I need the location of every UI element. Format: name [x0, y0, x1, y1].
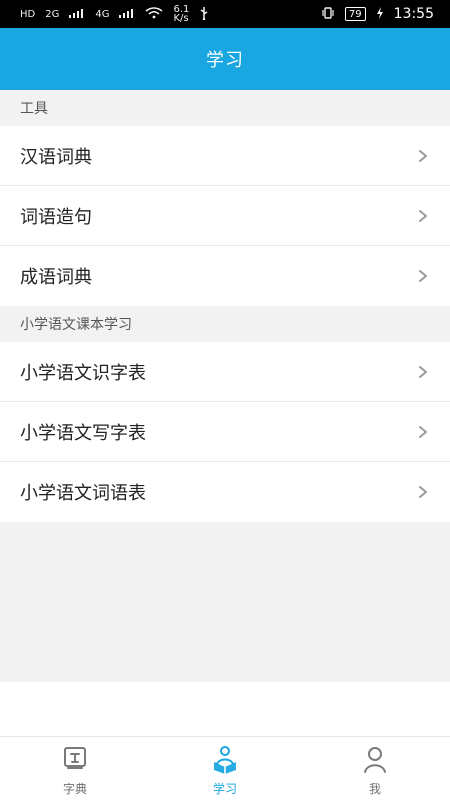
section-header-tools: 工具 [20, 101, 48, 117]
section-list-textbook: 小学语文识字表 小学语文写字表 小学语文词语表 [0, 342, 450, 522]
section-header-textbook: 小学语文课本学习 [20, 317, 132, 333]
chevron-right-icon [414, 267, 432, 285]
list-item-word-sentence[interactable]: 词语造句 [0, 186, 450, 246]
network-speed: 6.1 K/s [173, 4, 190, 24]
chevron-right-icon [414, 147, 432, 165]
chevron-right-icon [414, 363, 432, 381]
dictionary-icon [58, 742, 92, 776]
nav-label: 字典 [62, 781, 87, 796]
nav-label: 我 [368, 781, 381, 796]
battery-level: 79 [348, 8, 362, 20]
nav-item-me[interactable]: 我 [300, 737, 450, 801]
list-item-label: 小学语文写字表 [20, 422, 146, 444]
nav-item-dictionary[interactable]: 字典 [0, 737, 150, 801]
list-item-recognize-characters[interactable]: 小学语文识字表 [0, 342, 450, 402]
study-content: 工具 汉语词典 词语造句 成语词典 小学语文课本学习 小学语文识字表 小学语文写… [0, 90, 450, 682]
usb-icon [199, 6, 209, 23]
signal-icon [69, 7, 85, 21]
chevron-right-icon [414, 207, 432, 225]
vibrate-icon [321, 6, 335, 22]
status-4g: 4G [95, 8, 110, 20]
charging-icon [376, 6, 384, 22]
app-bar: 学习 [0, 28, 450, 90]
study-icon [208, 742, 242, 776]
list-item-label: 小学语文识字表 [20, 362, 146, 384]
content-bottom-space [0, 682, 450, 736]
status-time: 13:55 [393, 6, 434, 22]
list-item-label: 词语造句 [20, 206, 92, 228]
list-item-chinese-dictionary[interactable]: 汉语词典 [0, 126, 450, 186]
section-list-tools: 汉语词典 词语造句 成语词典 [0, 126, 450, 306]
status-right: 79 13:55 [321, 6, 434, 22]
signal-icon [119, 7, 135, 21]
bottom-navigation: 字典 学习 我 [0, 736, 450, 801]
list-item-idiom-dictionary[interactable]: 成语词典 [0, 246, 450, 306]
list-item-write-characters[interactable]: 小学语文写字表 [0, 402, 450, 462]
list-item-label: 汉语词典 [20, 146, 92, 168]
list-item-word-list[interactable]: 小学语文词语表 [0, 462, 450, 522]
status-left: HD 2G 4G 6.1 K/s [20, 4, 209, 24]
wifi-icon [145, 6, 163, 22]
list-item-label: 小学语文词语表 [20, 483, 146, 504]
chevron-right-icon [414, 483, 432, 501]
battery-indicator: 79 [344, 7, 366, 21]
status-2g: 2G [45, 8, 60, 20]
nav-item-study[interactable]: 学习 [150, 737, 300, 801]
profile-icon [358, 742, 392, 776]
nav-label: 学习 [212, 781, 237, 796]
chevron-right-icon [414, 423, 432, 441]
status-hd: HD [20, 8, 36, 20]
list-item-label: 成语词典 [20, 267, 92, 288]
page-title: 学习 [206, 50, 244, 71]
status-bar: HD 2G 4G 6.1 K/s 79 13:55 [0, 0, 450, 28]
